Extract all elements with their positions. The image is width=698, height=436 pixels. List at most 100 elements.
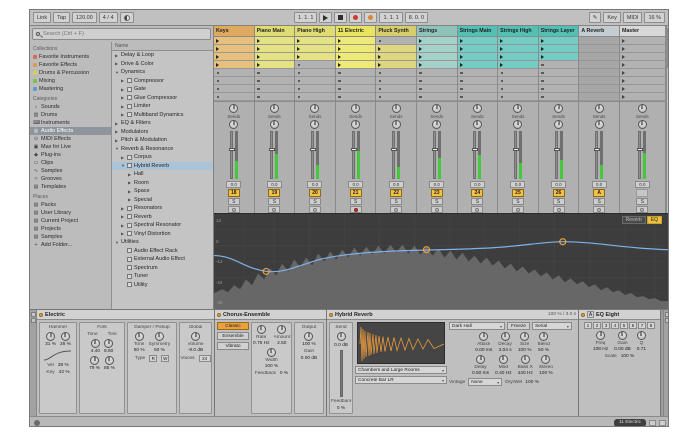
chorus-mode-button[interactable]: Classic [217, 322, 249, 330]
clip-slot[interactable] [336, 85, 376, 93]
tree-item[interactable]: ▶ Gate [112, 85, 213, 94]
pan-knob[interactable] [638, 120, 647, 129]
param-value[interactable]: 3.04 s [499, 348, 512, 353]
category-item[interactable]: ♪ Sounds [30, 103, 111, 111]
feedback-value[interactable]: 0 % [337, 406, 345, 411]
view-chip[interactable] [31, 318, 36, 323]
midi-map-button[interactable]: MIDI [623, 12, 643, 23]
track-activator[interactable]: 24 [471, 189, 483, 197]
volume-fader[interactable] [214, 130, 254, 180]
arm-button[interactable] [431, 206, 443, 213]
category-item[interactable]: ▭ Clips [30, 159, 111, 167]
vel-value[interactable]: 38 % [58, 363, 69, 368]
volume-value[interactable]: 0.0 [267, 181, 282, 188]
track-header[interactable]: Master [620, 26, 665, 37]
track-header[interactable]: Strings Layer [539, 26, 579, 37]
tine-decay-knob[interactable] [104, 339, 113, 348]
arm-button[interactable] [512, 206, 524, 213]
collection-item[interactable]: Favorite Effects [30, 61, 111, 69]
solo-button[interactable]: S [553, 198, 565, 205]
track-activator[interactable]: 19 [268, 189, 280, 197]
view-chip[interactable] [31, 312, 36, 317]
symmetry-value[interactable]: 50 % [154, 348, 165, 353]
stereo-value[interactable]: 100 % [539, 371, 553, 376]
name-column-header[interactable]: Name [112, 42, 213, 51]
tine-vol-knob[interactable] [105, 356, 114, 365]
send-a-knob[interactable] [595, 104, 604, 113]
track-header[interactable]: Piano Main [255, 26, 295, 37]
clip-slot[interactable] [539, 85, 579, 93]
clip-slot[interactable] [214, 93, 254, 101]
track-activator[interactable] [636, 189, 648, 197]
tree-item[interactable]: ▼ Hybrid Reverb [112, 162, 213, 171]
voices-value[interactable]: 24 [199, 355, 211, 362]
damper-tone-value[interactable]: 60 % [134, 348, 145, 353]
param-value[interactable]: 440 Hz [518, 371, 533, 376]
time-signature-field[interactable]: 4 / 4 [99, 12, 118, 23]
tap-tempo-button[interactable]: Tap [53, 12, 70, 23]
clip-slot[interactable] [295, 45, 335, 53]
draw-mode-button[interactable]: ✎ [589, 12, 602, 23]
clip-slot[interactable] [376, 69, 416, 77]
eq-band-button[interactable]: 6 [629, 322, 637, 329]
clip-slot[interactable] [498, 69, 538, 77]
clip-slot[interactable] [579, 93, 619, 101]
clip-slot[interactable] [498, 61, 538, 69]
pan-knob[interactable] [432, 120, 441, 129]
clip-slot[interactable] [620, 85, 665, 93]
device-on-toggle[interactable] [217, 313, 221, 317]
tone-decay-knob[interactable] [91, 339, 100, 348]
hybrid-reverb-title-bar[interactable]: Hybrid Reverb 100 % / 3.0 s [327, 310, 578, 320]
solo-button[interactable]: S [309, 198, 321, 205]
status-chip[interactable] [659, 420, 666, 426]
solo-button[interactable]: S [593, 198, 605, 205]
symmetry-knob[interactable] [155, 332, 164, 341]
tree-item[interactable]: ▶ Compressor [112, 77, 213, 86]
clip-slot[interactable] [214, 53, 254, 61]
tree-item[interactable]: ▶ EQ & Filters [112, 119, 213, 128]
param-value[interactable]: 100 % [518, 348, 532, 353]
tree-item[interactable]: External Audio Effect [112, 255, 213, 264]
clip-slot[interactable] [539, 45, 579, 53]
tree-item[interactable]: ▶ Room [112, 179, 213, 188]
clip-slot[interactable] [295, 93, 335, 101]
clip-slot[interactable] [255, 77, 295, 85]
clip-slot[interactable] [295, 85, 335, 93]
place-item[interactable]: ▤ User Library [30, 209, 111, 217]
clip-slot[interactable] [336, 45, 376, 53]
place-item[interactable]: ▤ Projects [30, 225, 111, 233]
clip-slot[interactable] [620, 93, 665, 101]
eq-band-button[interactable]: 4 [611, 322, 619, 329]
volume-value[interactable]: 0.0 [592, 181, 607, 188]
status-chip[interactable] [649, 420, 656, 426]
pickup-type-w-button[interactable]: W [161, 355, 169, 362]
q-knob[interactable] [637, 331, 646, 340]
pickup-type-r-button[interactable]: R [149, 355, 157, 362]
tree-item[interactable]: ▶ Reverb [112, 213, 213, 222]
clip-slot[interactable] [417, 61, 457, 69]
clip-slot[interactable] [620, 37, 665, 45]
tree-item[interactable]: ▶ Drive & Color [112, 60, 213, 69]
hybrid-param-knob[interactable] [521, 355, 530, 364]
clip-slot[interactable] [579, 69, 619, 77]
tree-item[interactable]: ▶ Resonators [112, 204, 213, 213]
pan-knob[interactable] [473, 120, 482, 129]
ir-file-selector[interactable]: Concrete Bar LR [355, 376, 447, 384]
clip-slot[interactable] [336, 69, 376, 77]
metronome-toggle[interactable] [120, 12, 134, 23]
clip-slot[interactable] [579, 77, 619, 85]
eq-band-button[interactable]: 7 [638, 322, 646, 329]
width-value[interactable]: 100 % [265, 364, 279, 369]
category-item[interactable]: ⊙ MIDI Effects [30, 135, 111, 143]
solo-button[interactable]: S [350, 198, 362, 205]
clip-slot[interactable] [579, 85, 619, 93]
volume-fader[interactable] [295, 130, 335, 180]
volume-value[interactable]: 0.0 [551, 181, 566, 188]
eq-band-button[interactable]: 3 [602, 322, 610, 329]
routing-selector[interactable]: Serial [532, 322, 572, 330]
device-view-selector[interactable] [665, 318, 670, 323]
send-a-knob[interactable] [310, 104, 319, 113]
arm-button[interactable] [228, 206, 240, 213]
ir-category-selector[interactable]: Chambers and Large Rooms [355, 366, 447, 374]
clip-slot[interactable] [214, 77, 254, 85]
